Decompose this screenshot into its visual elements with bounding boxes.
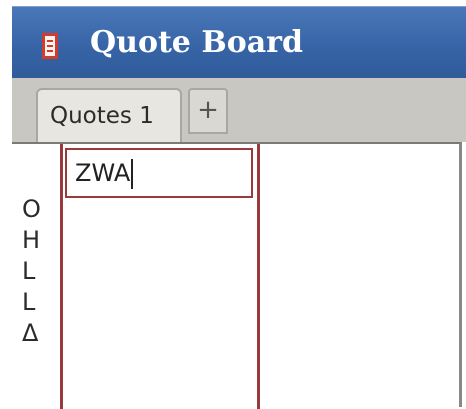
quote-board-content: O H L L Δ ZWA <box>12 142 462 409</box>
side-letter: H <box>22 226 41 254</box>
notepad-icon <box>42 33 58 59</box>
quote-input[interactable]: ZWA <box>65 148 253 198</box>
side-letter-list: O H L L Δ <box>22 194 52 349</box>
title-bar: Quote Board <box>12 6 466 79</box>
side-letter: Δ <box>22 319 39 347</box>
app-title: Quote Board <box>90 25 303 60</box>
text-caret <box>131 159 134 189</box>
tab-strip: Quotes 1 + <box>12 78 466 142</box>
side-letter: O <box>22 195 41 223</box>
quote-column[interactable]: ZWA <box>60 144 260 409</box>
tab-label: Quotes 1 <box>50 103 154 129</box>
quote-input-value: ZWA <box>75 159 131 187</box>
side-letter: L <box>22 257 36 285</box>
side-letter: L <box>22 288 36 316</box>
quote-board-window: Quote Board Quotes 1 + O H L L Δ ZWA <box>0 0 466 409</box>
add-tab-button[interactable]: + <box>188 88 228 134</box>
tab-quotes-1[interactable]: Quotes 1 <box>36 88 182 142</box>
